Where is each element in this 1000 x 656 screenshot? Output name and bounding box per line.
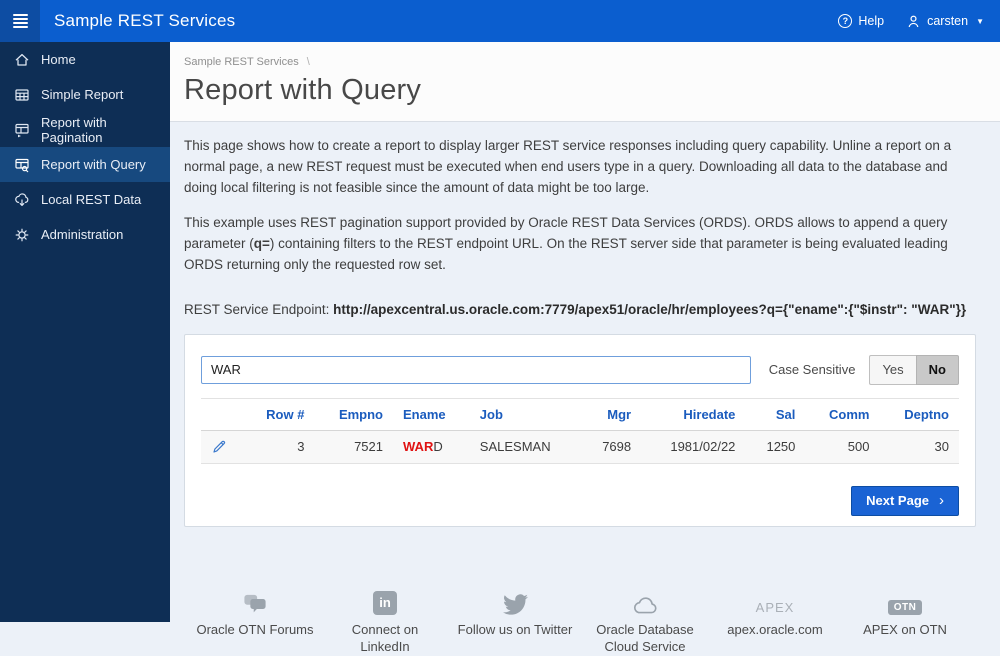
sidebar-item-home[interactable]: Home [0, 42, 170, 77]
simple-report-icon [15, 88, 29, 101]
help-link[interactable]: ? Help [838, 14, 884, 28]
footer-links: Oracle OTN Forums in Connect on LinkedIn… [184, 587, 976, 656]
report-query-icon [15, 158, 29, 172]
sidebar-item-local-rest-data[interactable]: Local REST Data [0, 182, 170, 217]
cloud-icon [634, 596, 657, 613]
local-rest-data-icon [15, 192, 29, 206]
user-menu[interactable]: carsten ▼ [906, 14, 984, 29]
case-sensitive-yes-button[interactable]: Yes [869, 354, 916, 385]
column-header-comm: Comm [805, 397, 880, 431]
column-header-ename: Ename [393, 397, 470, 431]
cell-empno: 7521 [314, 430, 393, 464]
case-sensitive-no-button[interactable]: No [915, 354, 959, 385]
forum-icon [244, 594, 266, 612]
description-paragraph-2: This example uses REST pagination suppor… [184, 214, 948, 272]
breadcrumb-separator: \ [306, 56, 310, 68]
hamburger-menu-button[interactable] [0, 0, 40, 42]
cell-ename: WARD [393, 430, 470, 464]
page-title: Report with Query [184, 74, 422, 106]
main-content: Sample REST Services \ Report with Query … [170, 42, 1000, 654]
footer-link-apex-on-otn[interactable]: OTN APEX on OTN [840, 587, 970, 656]
sidebar-item-report-with-query[interactable]: Report with Query [0, 147, 170, 182]
footer-link-otn-forums[interactable]: Oracle OTN Forums [190, 587, 320, 656]
query-input[interactable] [201, 355, 751, 384]
cell-job: SALESMAN [469, 430, 582, 464]
edit-row-icon[interactable] [211, 439, 227, 455]
help-label: Help [858, 14, 885, 28]
sidebar: Home Simple Report Report with Paginatio… [0, 42, 170, 622]
breadcrumb[interactable]: Sample REST Services \ [184, 56, 976, 68]
hamburger-menu-icon [12, 14, 28, 28]
column-header-mgr: Mgr [581, 397, 642, 431]
cell-deptno: 30 [879, 430, 959, 464]
app-title: Sample REST Services [54, 11, 236, 30]
report-pagination-icon [15, 123, 29, 137]
column-header-empno: Empno [314, 397, 393, 431]
column-header-job: Job [469, 397, 582, 431]
breadcrumb-item[interactable]: Sample REST Services [184, 56, 299, 68]
home-icon [15, 53, 29, 66]
table-header-row: Row # Empno Ename Job Mgr Hiredate Sal C… [201, 397, 959, 431]
report-table: Row # Empno Ename Job Mgr Hiredate Sal C… [201, 397, 959, 464]
linkedin-icon: in [373, 590, 397, 615]
next-page-button[interactable]: Next Page › [851, 485, 959, 516]
footer-link-apex-oracle-com[interactable]: APEX apex.oracle.com [710, 587, 840, 656]
user-icon [908, 15, 919, 27]
sidebar-item-report-with-pagination[interactable]: Report with Pagination [0, 112, 170, 147]
apex-text-icon: APEX [755, 599, 795, 615]
column-header-sal: Sal [745, 397, 806, 431]
caret-down-icon: ▼ [976, 16, 984, 26]
column-header-hiredate: Hiredate [641, 397, 746, 431]
endpoint-url: http://apexcentral.us.oracle.com:7779/ap… [333, 301, 967, 317]
column-header-rownum: Row # [243, 397, 315, 431]
endpoint-line: REST Service Endpoint: http://apexcentra… [184, 302, 976, 317]
otn-badge-icon: OTN [887, 599, 923, 615]
column-header-deptno: Deptno [879, 397, 959, 431]
sidebar-item-simple-report[interactable]: Simple Report [0, 77, 170, 112]
chevron-right-icon: › [939, 492, 944, 510]
description-paragraph-1: This page shows how to create a report t… [184, 138, 952, 195]
twitter-icon [502, 593, 528, 615]
footer-link-twitter[interactable]: Follow us on Twitter [450, 587, 580, 656]
cell-sal: 1250 [745, 430, 806, 464]
footer-link-linkedin[interactable]: in Connect on LinkedIn [320, 587, 450, 656]
endpoint-label: REST Service Endpoint: [184, 301, 330, 317]
case-sensitive-label: Case Sensitive [768, 362, 856, 378]
app-header: Sample REST Services ? Help carsten ▼ [0, 0, 1000, 42]
search-match-highlight: WAR [403, 439, 434, 455]
help-icon: ? [838, 14, 853, 28]
report-card: Case Sensitive Yes No Row # Empno Ename … [184, 333, 976, 527]
footer-link-cloud-service[interactable]: Oracle Database Cloud Service [580, 587, 710, 656]
user-name: carsten [927, 14, 969, 28]
edit-column-header [201, 397, 243, 431]
sidebar-item-administration[interactable]: Administration [0, 217, 170, 252]
table-row: 3 7521 WARD SALESMAN 7698 1981/02/22 125… [201, 430, 959, 464]
cell-hiredate: 1981/02/22 [641, 430, 746, 464]
administration-icon [15, 228, 29, 241]
cell-mgr: 7698 [581, 430, 642, 464]
case-sensitive-toggle: Yes No [869, 354, 959, 385]
cell-rownum: 3 [243, 430, 315, 464]
cell-comm: 500 [805, 430, 880, 464]
